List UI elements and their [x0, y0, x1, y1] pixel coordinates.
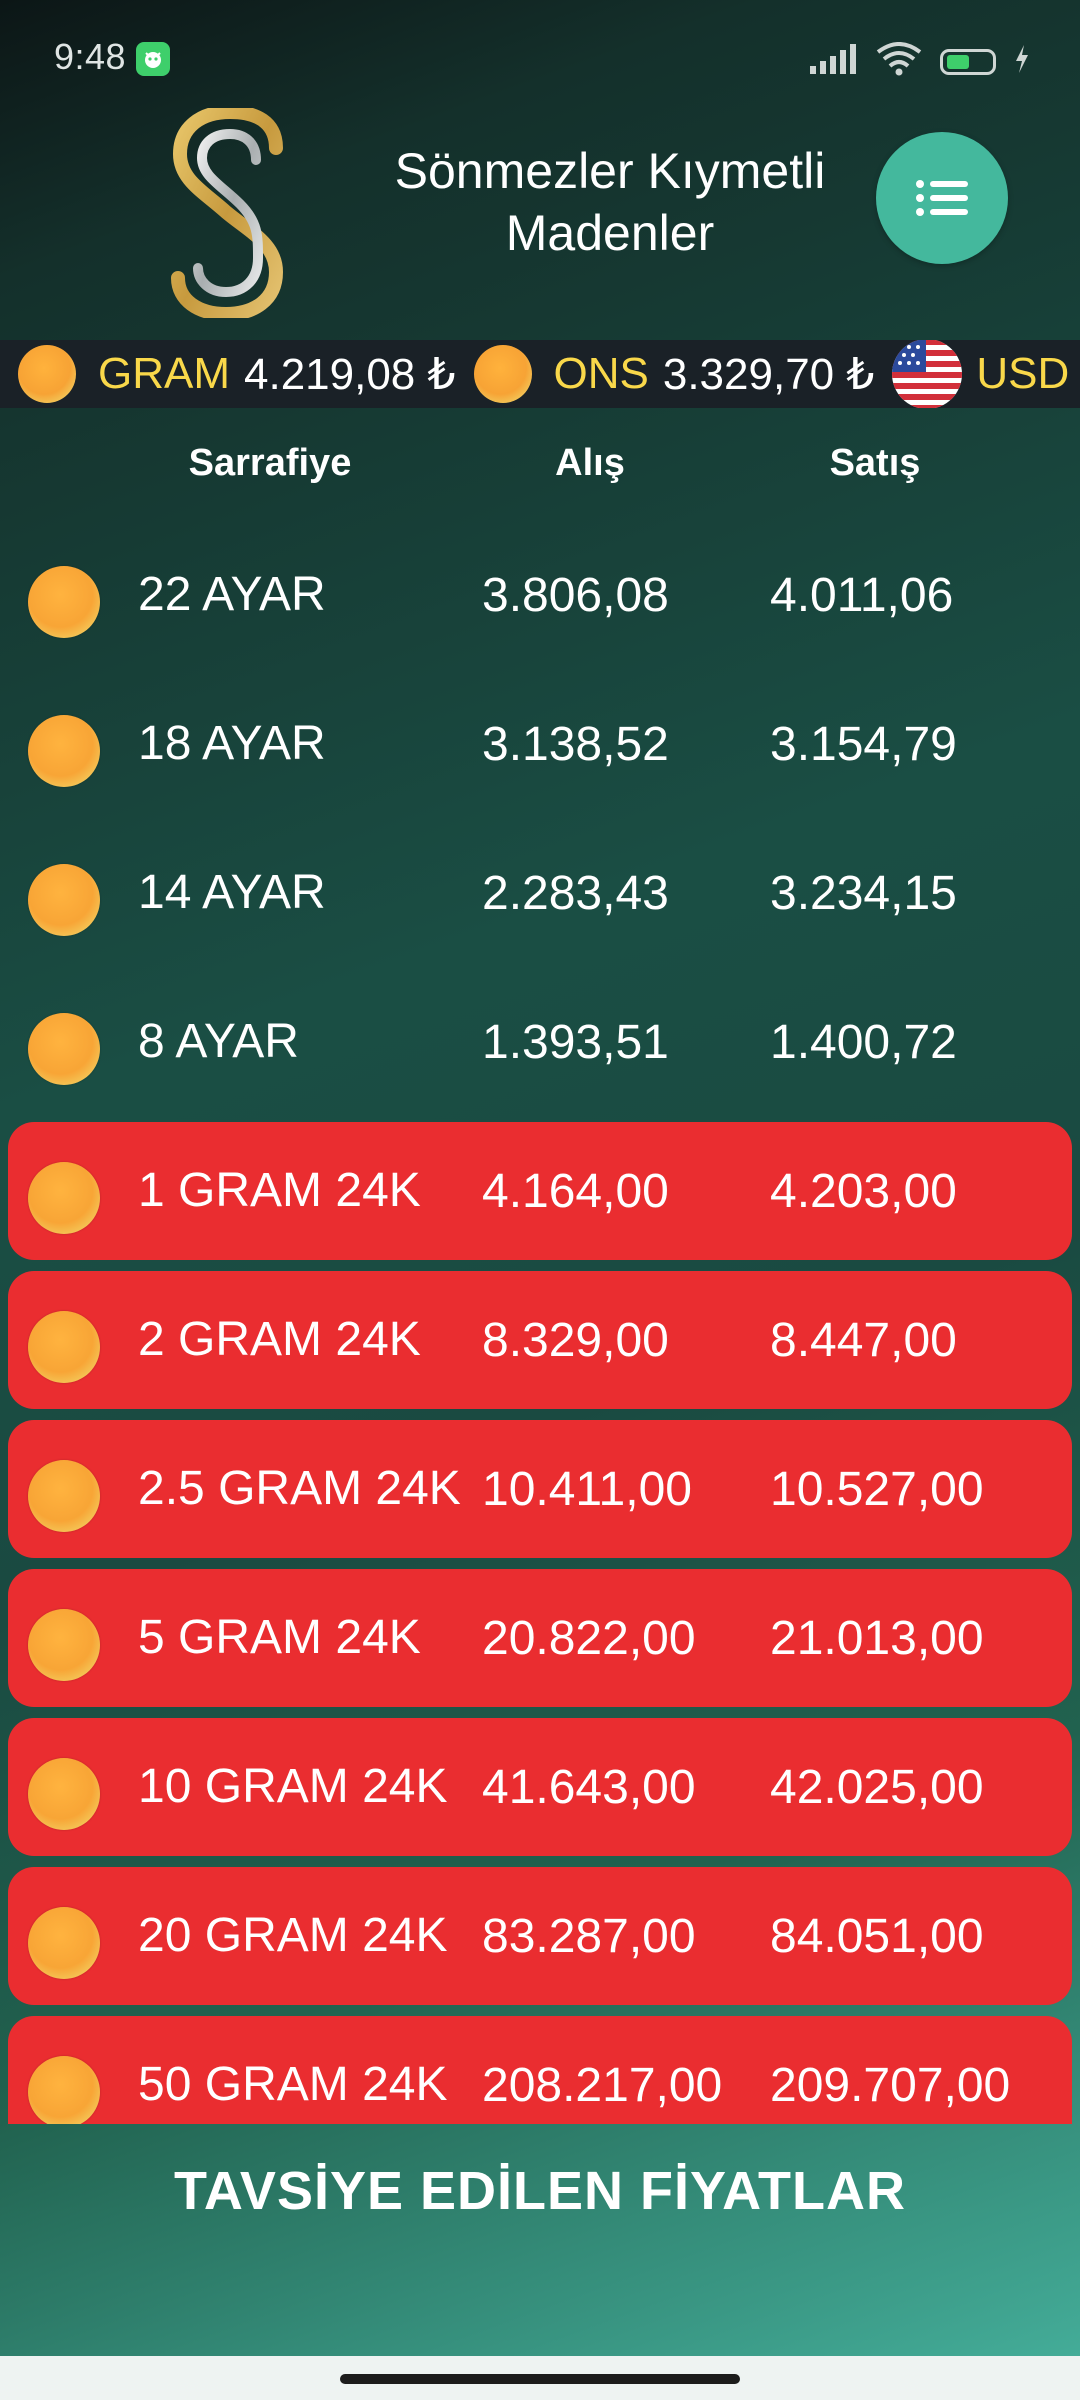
battery-fill	[947, 54, 969, 69]
row-sell-price: 3.154,79	[770, 717, 957, 771]
row-sell-price: 4.011,06	[770, 568, 954, 622]
price-row[interactable]: 22 AYAR 3.806,08 4.011,06	[8, 526, 1072, 664]
gold-coin-icon	[28, 1460, 100, 1532]
gold-coin-icon	[28, 864, 100, 936]
ticker-value: 4.219,08 ₺	[244, 349, 456, 399]
row-buy-price: 41.643,00	[482, 1760, 696, 1814]
charging-icon	[1014, 45, 1030, 78]
ticker-label: ONS	[553, 349, 649, 398]
gold-coin-icon	[28, 1907, 100, 1979]
price-row-highlighted[interactable]: 1 GRAM 24K 4.164,00 4.203,00	[8, 1122, 1072, 1260]
row-name: 5 GRAM 24K	[138, 1611, 421, 1664]
price-row-highlighted[interactable]: 10 GRAM 24K 41.643,00 42.025,00	[8, 1718, 1072, 1856]
gold-coin-icon	[28, 1162, 100, 1234]
row-buy-price: 20.822,00	[482, 1611, 696, 1665]
row-buy-price: 3.138,52	[482, 717, 669, 771]
row-buy-price: 2.283,43	[482, 866, 669, 920]
row-name: 18 AYAR	[138, 717, 326, 770]
row-name: 22 AYAR	[138, 568, 326, 621]
price-ticker[interactable]: GRAM 4.219,08 ₺ ONS 3.329,70 ₺ USD	[0, 340, 1080, 408]
us-flag-icon	[892, 340, 963, 408]
gold-coin-icon	[28, 1013, 100, 1085]
gold-coin-icon	[28, 566, 100, 638]
brand-logo	[171, 108, 284, 318]
signal-icon	[808, 44, 858, 79]
row-name: 2 GRAM 24K	[138, 1313, 421, 1366]
gold-coin-icon	[28, 1609, 100, 1681]
row-name: 50 GRAM 24K	[138, 2058, 448, 2111]
row-sell-price: 10.527,00	[770, 1462, 984, 1516]
price-row-highlighted[interactable]: 2.5 GRAM 24K 10.411,00 10.527,00	[8, 1420, 1072, 1558]
row-name: 14 AYAR	[138, 866, 326, 919]
ticker-item-gram: GRAM 4.219,08 ₺	[18, 345, 456, 403]
list-menu-icon	[916, 180, 968, 216]
row-buy-price: 8.329,00	[482, 1313, 669, 1367]
price-row[interactable]: 14 AYAR 2.283,43 3.234,15	[8, 824, 1072, 962]
gold-coin-icon	[473, 345, 532, 403]
price-list[interactable]: 22 AYAR 3.806,08 4.011,06 18 AYAR 3.138,…	[0, 526, 1080, 2124]
home-indicator[interactable]	[340, 2374, 740, 2384]
table-header: Sarrafiye Alış Satış	[0, 438, 1080, 498]
column-header-sell: Satış	[829, 442, 921, 484]
row-buy-price: 83.287,00	[482, 1909, 696, 1963]
row-sell-price: 3.234,15	[770, 866, 957, 920]
gold-coin-icon	[28, 2056, 100, 2124]
row-name: 1 GRAM 24K	[138, 1164, 421, 1217]
ticker-label: GRAM	[98, 349, 230, 398]
column-header-buy: Alış	[555, 442, 625, 484]
price-row-highlighted[interactable]: 20 GRAM 24K 83.287,00 84.051,00	[8, 1867, 1072, 2005]
row-sell-price: 8.447,00	[770, 1313, 957, 1367]
row-buy-price: 10.411,00	[482, 1462, 692, 1516]
price-row-highlighted[interactable]: 2 GRAM 24K 8.329,00 8.447,00	[8, 1271, 1072, 1409]
row-buy-price: 1.393,51	[482, 1015, 669, 1069]
recommended-prices-title[interactable]: TAVSİYE EDİLEN FİYATLAR	[0, 2160, 1080, 2222]
ticker-item-usd: USD	[892, 340, 1080, 408]
row-sell-price: 4.203,00	[770, 1164, 957, 1218]
row-sell-price: 84.051,00	[770, 1909, 984, 1963]
row-name: 10 GRAM 24K	[138, 1760, 448, 1813]
gold-coin-icon	[28, 715, 100, 787]
navigation-bar	[0, 2356, 1080, 2400]
status-time: 9:48	[54, 36, 127, 77]
gold-coin-icon	[28, 1311, 100, 1383]
row-name: 2.5 GRAM 24K	[138, 1462, 461, 1515]
row-buy-price: 4.164,00	[482, 1164, 669, 1218]
gold-coin-icon	[18, 345, 76, 403]
app-header: Sönmezler Kıymetli Madenler	[0, 100, 1080, 330]
app-notification-icon	[136, 42, 170, 76]
menu-button[interactable]	[876, 132, 1008, 264]
price-row-highlighted[interactable]: 5 GRAM 24K 20.822,00 21.013,00	[8, 1569, 1072, 1707]
price-row[interactable]: 8 AYAR 1.393,51 1.400,72	[8, 973, 1072, 1111]
row-buy-price: 3.806,08	[482, 568, 669, 622]
row-name: 8 AYAR	[138, 1015, 299, 1068]
row-name: 20 GRAM 24K	[138, 1909, 448, 1962]
column-header-name: Sarrafiye	[188, 442, 352, 484]
row-sell-price: 42.025,00	[770, 1760, 984, 1814]
battery-icon	[940, 48, 996, 75]
row-sell-price: 21.013,00	[770, 1611, 984, 1665]
price-row-highlighted[interactable]: 50 GRAM 24K 208.217,00 209.707,00	[8, 2016, 1072, 2124]
ticker-item-ons: ONS 3.329,70 ₺	[473, 345, 875, 403]
app-title: Sönmezler Kıymetli Madenler	[394, 143, 826, 261]
row-buy-price: 208.217,00	[482, 2058, 723, 2112]
gold-coin-icon	[28, 1758, 100, 1830]
price-row[interactable]: 18 AYAR 3.138,52 3.154,79	[8, 675, 1072, 813]
row-sell-price: 209.707,00	[770, 2058, 1011, 2112]
wifi-icon	[876, 42, 922, 81]
ticker-value: 3.329,70 ₺	[662, 349, 875, 399]
row-sell-price: 1.400,72	[770, 1015, 957, 1069]
status-icons	[808, 42, 1030, 81]
ticker-label: USD	[976, 349, 1070, 398]
